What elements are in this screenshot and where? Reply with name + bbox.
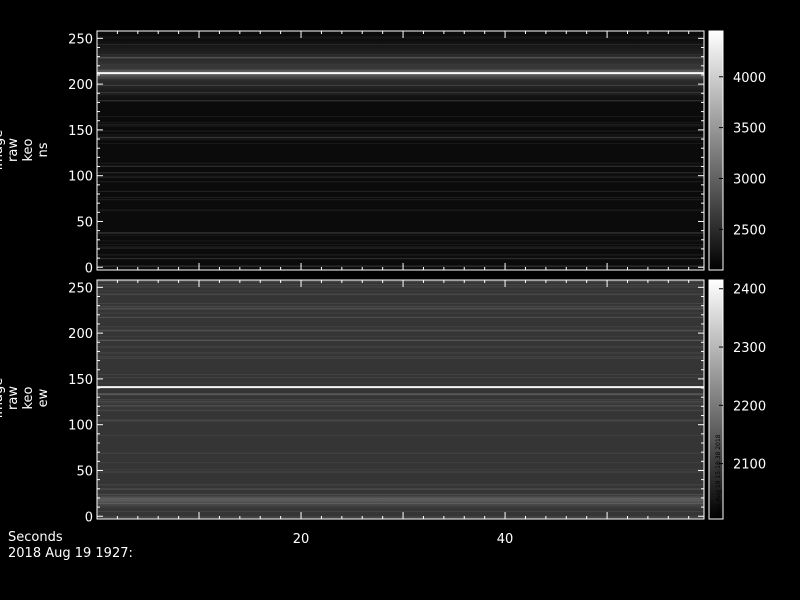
keogram-panel-ns: 0 50 100 150 200 250 image raw keo ns 2500 3000 3500… — [0, 30, 766, 276]
y-tick-label: 100 — [68, 419, 93, 434]
colorbar-stamp-label: Sun Aug 19 15:18:38 2018 — [715, 434, 722, 515]
y-tick-label: 50 — [76, 215, 93, 230]
y-tick-label: 0 — [85, 510, 93, 525]
colorbar-tick-label: 4000 — [733, 71, 766, 86]
y-axis-label-line: keo — [21, 386, 36, 409]
colorbar-tick-label: 2500 — [733, 223, 766, 238]
colorbar-tick-label: 3000 — [733, 172, 766, 187]
x-axis-label: Seconds — [8, 530, 63, 545]
y-axis-label: image raw keo ns — [0, 130, 51, 171]
y-axis-label-line: keo — [21, 138, 36, 161]
colorbar — [708, 30, 724, 271]
y-tick-label: 50 — [76, 464, 93, 479]
y-tick-label: 200 — [68, 327, 93, 342]
y-tick-label: 250 — [68, 281, 93, 296]
y-axis-label: image raw keo ew — [0, 378, 51, 419]
timestamp-label: 2018 Aug 19 1927: — [8, 546, 133, 561]
colorbar-tick-label: 2400 — [733, 283, 766, 298]
y-axis-label-line: raw — [6, 386, 21, 410]
emission-band — [97, 493, 704, 509]
colorbar-tick-label: 2300 — [733, 341, 766, 356]
y-tick-label: 100 — [68, 170, 93, 185]
y-tick-label: 200 — [68, 78, 93, 93]
y-tick-label: 150 — [68, 124, 93, 139]
y-axis-label-line: ns — [36, 142, 51, 157]
keogram-panel-ew: 0 50 100 150 200 250 image raw keo ew 2100 2200 2300… — [0, 279, 766, 525]
colorbar-tick-label: 2100 — [733, 458, 766, 473]
keogram-figure: 050100150200250image raw keo ns250030003500… — [0, 30, 766, 547]
y-axis-label-line: ew — [36, 388, 51, 407]
y-tick-label: 250 — [68, 32, 93, 47]
x-tick-label: 20 — [293, 532, 310, 547]
y-axis-label-line: raw — [6, 138, 21, 162]
y-tick-label: 150 — [68, 373, 93, 388]
colorbar-tick-label: 2200 — [733, 399, 766, 414]
x-tick-label: 40 — [497, 532, 514, 547]
colorbar-tick-label: 3500 — [733, 122, 766, 137]
y-tick-label: 0 — [85, 261, 93, 276]
